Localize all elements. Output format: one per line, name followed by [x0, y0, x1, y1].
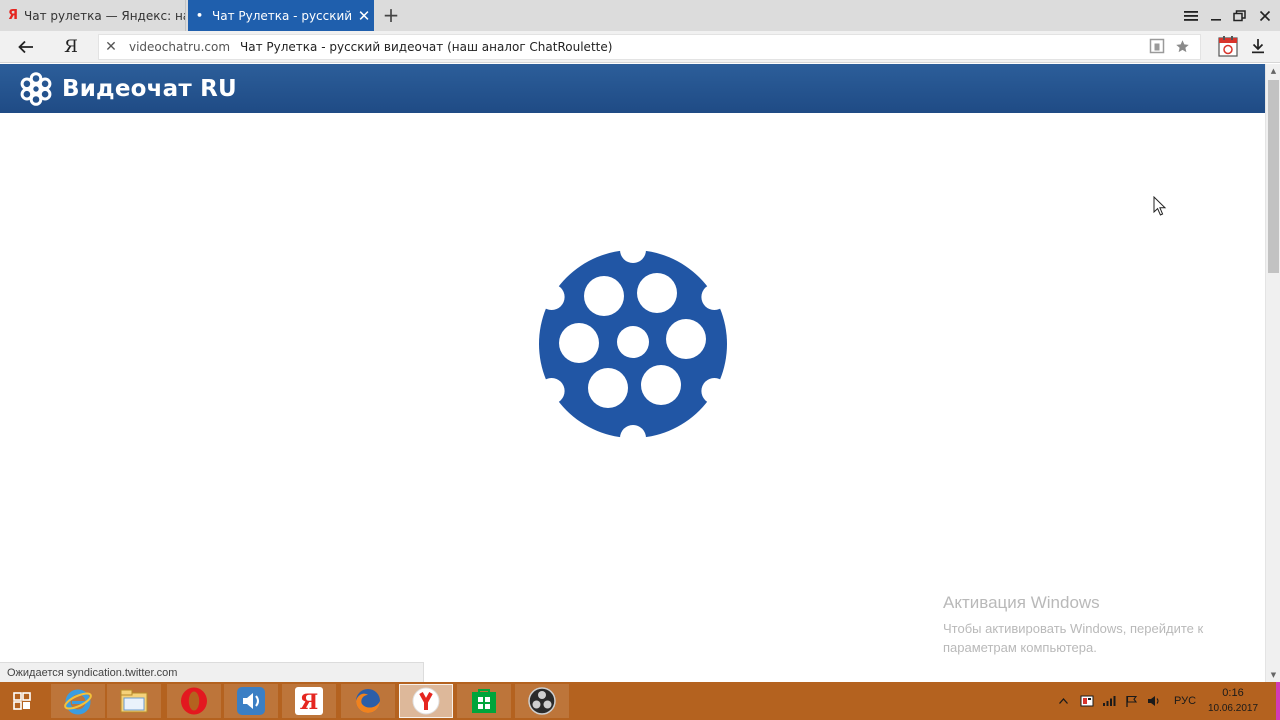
download-icon	[1252, 39, 1264, 54]
taskbar-yandex-browser[interactable]	[399, 684, 453, 718]
protect-icon	[1149, 38, 1165, 54]
yandex-home-button[interactable]: Я	[59, 35, 83, 59]
revolver-loader-icon	[538, 249, 728, 439]
url-page-title: Чат Рулетка - русский видеочат (наш анал…	[240, 40, 613, 54]
windows-taskbar: Я РУС 0:16 10.06.2017	[0, 682, 1280, 720]
taskbar-file-explorer[interactable]	[107, 684, 161, 718]
tray-overflow-button[interactable]	[1056, 682, 1070, 720]
new-tab-button[interactable]: +	[380, 3, 402, 27]
tray-action-center[interactable]	[1122, 682, 1140, 720]
security-tray-icon	[1080, 695, 1094, 707]
tab-yandex-search[interactable]: Я Чат рулетка — Яндекс: наш	[0, 0, 186, 31]
internet-explorer-icon	[64, 689, 92, 715]
taskbar-yandex[interactable]: Я	[282, 684, 336, 718]
flag-icon	[1125, 695, 1137, 707]
site-brand[interactable]: Видеочат RU	[62, 76, 237, 102]
file-explorer-icon	[120, 689, 148, 713]
watermark-line: параметрам компьютера.	[943, 640, 1097, 655]
scroll-down-icon[interactable]: ▼	[1266, 668, 1280, 682]
tray-network[interactable]	[1100, 682, 1118, 720]
start-icon	[13, 692, 31, 710]
close-icon	[1259, 10, 1271, 21]
taskbar-internet-explorer[interactable]	[51, 684, 105, 718]
store-icon	[472, 689, 496, 713]
bookmark-button[interactable]	[1172, 36, 1192, 56]
taskbar-speaker-app[interactable]	[224, 684, 278, 718]
svg-text:Я: Я	[300, 689, 319, 714]
signal-icon	[1103, 696, 1116, 706]
tab-videochat[interactable]: • Чат Рулетка - русский ви ✕	[188, 0, 374, 31]
tray-clock[interactable]: 0:16 10.06.2017	[1204, 686, 1262, 716]
yandex-favicon-icon: Я	[8, 8, 19, 23]
page-content: Активация Windows Чтобы активировать Win…	[0, 113, 1265, 682]
status-bar: Ожидается syndication.twitter.com	[0, 662, 424, 682]
restore-button[interactable]	[1227, 0, 1251, 31]
volume-icon	[1148, 696, 1159, 706]
tray-volume[interactable]	[1145, 682, 1163, 720]
url-domain: videochatru.com	[129, 40, 231, 54]
page-scrollbar[interactable]: ▲ ▼	[1265, 64, 1280, 682]
menu-button[interactable]	[1179, 0, 1203, 31]
taskbar-store[interactable]	[457, 684, 511, 718]
close-window-button[interactable]	[1253, 0, 1277, 31]
screen: Я Чат рулетка — Яндекс: наш • Чат Рулетк…	[0, 0, 1280, 720]
opera-icon	[181, 687, 207, 715]
minimize-button[interactable]	[1204, 0, 1228, 31]
speaker-app-icon	[237, 687, 265, 715]
calendar-extension-icon	[1218, 36, 1238, 57]
restore-icon	[1232, 9, 1246, 21]
back-arrow-icon	[18, 40, 33, 54]
tab-title: Чат Рулетка - русский ви	[212, 8, 354, 23]
protect-button[interactable]	[1147, 36, 1167, 56]
back-button[interactable]	[14, 35, 38, 59]
tab-title: Чат рулетка — Яндекс: наш	[24, 8, 185, 23]
clock-time: 0:16	[1222, 687, 1244, 699]
start-button[interactable]	[0, 684, 44, 718]
yandex-browser-icon	[412, 687, 440, 715]
tab-close-icon[interactable]: ✕	[354, 7, 374, 25]
taskbar-opera[interactable]	[167, 684, 221, 718]
stop-loading-icon[interactable]: ✕	[99, 39, 123, 55]
taskbar-obs[interactable]	[515, 684, 569, 718]
tray-language[interactable]: РУС	[1168, 682, 1202, 720]
show-desktop-button[interactable]	[1276, 682, 1280, 720]
clock-date: 10.06.2017	[1207, 703, 1259, 714]
watermark-title: Активация Windows	[943, 593, 1100, 612]
star-icon	[1175, 39, 1189, 52]
address-bar[interactable]: ✕ videochatru.com Чат Рулетка - русский …	[98, 34, 1201, 60]
windows-activation-watermark: Активация Windows Чтобы активировать Win…	[943, 593, 1203, 657]
site-logo-icon[interactable]	[19, 71, 53, 106]
hamburger-icon	[1184, 10, 1198, 21]
chevron-up-icon	[1058, 698, 1068, 704]
taskbar-firefox[interactable]	[341, 684, 395, 718]
mouse-cursor-icon	[1153, 196, 1167, 216]
obs-icon	[528, 687, 556, 715]
tray-security[interactable]	[1078, 682, 1096, 720]
address-toolbar: Я ✕ videochatru.com Чат Рулетка - русски…	[0, 31, 1280, 63]
scroll-thumb[interactable]	[1268, 80, 1279, 273]
yandex-icon: Я	[295, 687, 323, 715]
watermark-line: Чтобы активировать Windows, перейдите к	[943, 621, 1204, 636]
firefox-icon	[356, 689, 380, 713]
site-header: Видеочат RU	[0, 64, 1265, 113]
tab-strip: Я Чат рулетка — Яндекс: наш • Чат Рулетк…	[0, 0, 1280, 31]
extension-button[interactable]	[1216, 34, 1240, 58]
scroll-up-icon[interactable]: ▲	[1266, 64, 1280, 78]
loading-favicon-icon: •	[196, 9, 204, 22]
downloads-button[interactable]	[1248, 36, 1268, 56]
minimize-icon	[1211, 18, 1221, 21]
